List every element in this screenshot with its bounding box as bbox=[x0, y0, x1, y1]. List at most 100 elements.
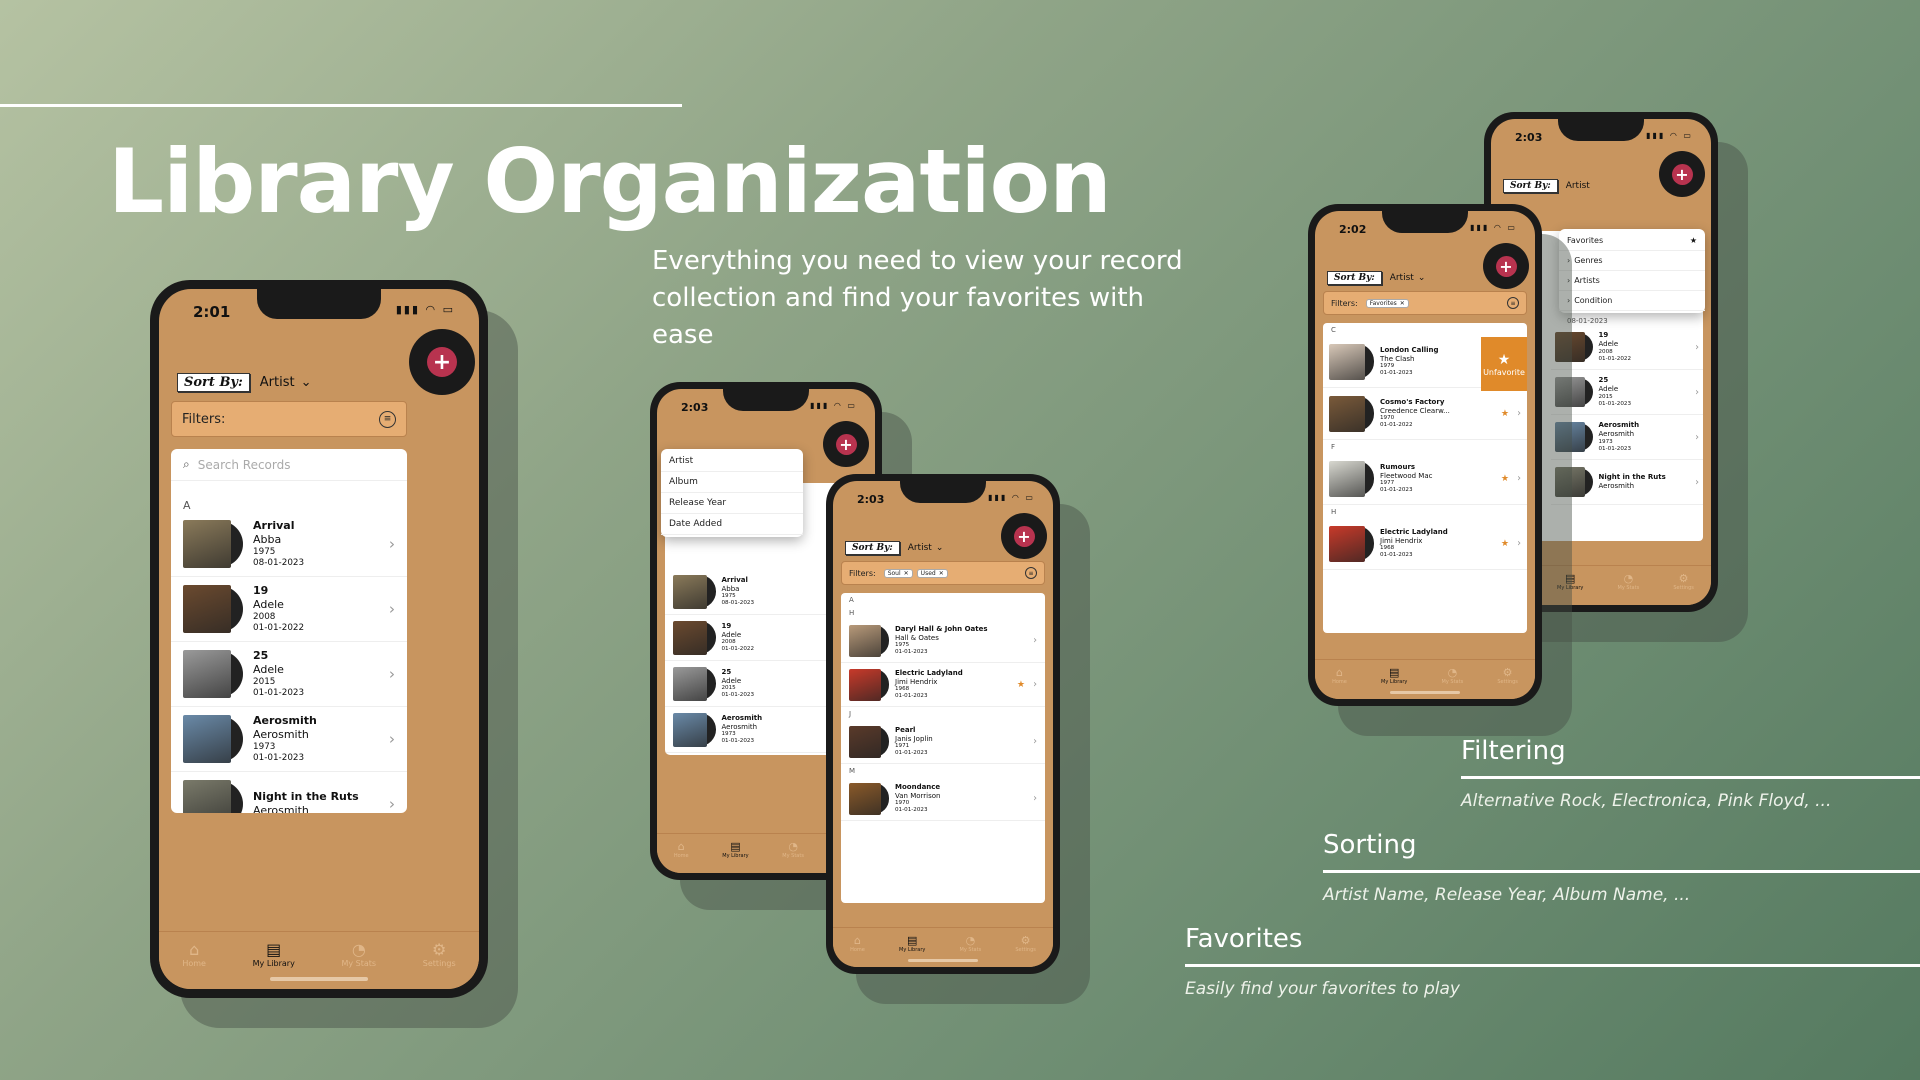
sort-control[interactable]: Sort By: Artist ⌄ bbox=[1327, 271, 1425, 285]
filter-bar[interactable]: Filters: Soul ✕ Used ✕ ≡ bbox=[841, 561, 1045, 585]
release-year: 1970 bbox=[895, 800, 910, 807]
list-item[interactable]: AerosmithAerosmith197301-01-2023› bbox=[665, 707, 839, 753]
filter-option[interactable]: › Condition bbox=[1559, 291, 1705, 311]
filter-option[interactable]: › Artists bbox=[1559, 271, 1705, 291]
filter-chip[interactable]: Used ✕ bbox=[916, 568, 948, 578]
list-item[interactable]: AerosmithAerosmith197301-01-2023› bbox=[1551, 415, 1703, 460]
tab-my-library[interactable]: ▤ My Library bbox=[253, 940, 295, 989]
tab-label: Settings bbox=[1015, 947, 1036, 953]
sort-control[interactable]: Sort By: Artist ⌄ bbox=[177, 373, 312, 392]
tab-my-library[interactable]: ▤ My Library bbox=[722, 840, 748, 873]
tab-label: Home bbox=[1332, 679, 1347, 685]
list-item[interactable]: Rumours Fleetwood Mac 1977 01-01-2023 ★ › bbox=[1323, 453, 1527, 505]
chevron-right-icon: › bbox=[1033, 736, 1037, 747]
record-list[interactable]: ⌕ Search Records A Arrival Abba 1975 08-01-2… bbox=[171, 449, 407, 813]
star-icon[interactable]: ★ bbox=[1501, 539, 1509, 549]
tab-my-library[interactable]: ▤ My Library bbox=[899, 934, 925, 967]
sort-control[interactable]: Sort By: Artist bbox=[1503, 179, 1590, 193]
list-item[interactable]: Daryl Hall & John Oates Hall & Oates 1975 0… bbox=[841, 619, 1045, 663]
filter-option[interactable]: Favorites ★ bbox=[1559, 231, 1705, 251]
tab-home[interactable]: ⌂Home bbox=[850, 934, 865, 967]
album-title: Pearl bbox=[895, 725, 916, 734]
list-item[interactable]: Electric Ladyland Jimi Hendrix 1968 01-01-2… bbox=[841, 663, 1045, 707]
record-date: 01-01-2023 bbox=[253, 687, 305, 698]
list-item[interactable]: 25Adele201501-01-2023› bbox=[665, 661, 839, 707]
list-item[interactable]: Night in the RutsAerosmith› bbox=[171, 772, 407, 813]
filter-chips: Favorites ✕ bbox=[1362, 298, 1409, 308]
record-text: Rumours Fleetwood Mac 1977 01-01-2023 bbox=[1380, 463, 1501, 494]
tab-home[interactable]: ⌂Home bbox=[1332, 666, 1347, 699]
filter-menu[interactable]: Favorites ★ › Genres › Artists › Condition bbox=[1559, 229, 1705, 313]
sort-option[interactable]: Date Added bbox=[661, 514, 803, 535]
close-icon[interactable]: ✕ bbox=[904, 570, 909, 577]
list-item[interactable]: AerosmithAerosmith197301-01-2023› bbox=[171, 707, 407, 772]
tab-my-library[interactable]: ▤ My Library bbox=[1381, 666, 1407, 699]
tab-settings[interactable]: ⚙Settings bbox=[1673, 572, 1694, 605]
list-item[interactable]: Cosmo's Factory Creedence Clearw... 1970 01… bbox=[1323, 388, 1527, 440]
sort-option[interactable]: Release Year bbox=[661, 493, 803, 514]
release-year: 1973 bbox=[1598, 438, 1613, 445]
add-record-button[interactable]: + bbox=[1659, 151, 1705, 197]
sort-option[interactable]: Artist bbox=[661, 451, 803, 472]
list-item[interactable]: 25Adele201501-01-2023› bbox=[171, 642, 407, 707]
record-text: Daryl Hall & John Oates Hall & Oates 1975 0… bbox=[895, 625, 1033, 656]
sort-dropdown[interactable]: Artist Album Release Year Date Added bbox=[661, 449, 803, 537]
add-record-button[interactable]: + bbox=[409, 329, 475, 395]
chevron-right-icon: › bbox=[1033, 679, 1037, 690]
filter-bar[interactable]: Filters: ≡ bbox=[171, 401, 407, 437]
album-art bbox=[673, 666, 707, 701]
close-icon[interactable]: ✕ bbox=[939, 570, 944, 577]
artist-name: Adele bbox=[721, 630, 742, 639]
add-record-button[interactable]: + bbox=[1483, 243, 1529, 289]
tab-my-stats[interactable]: ◔ My Stats bbox=[782, 840, 804, 873]
list-item[interactable]: 25Adele201501-01-2023› bbox=[1551, 370, 1703, 415]
list-item[interactable]: Electric Ladyland Jimi Hendrix 1968 01-01-2… bbox=[1323, 518, 1527, 570]
search-input[interactable]: ⌕ Search Records bbox=[171, 449, 407, 481]
tab-home[interactable]: ⌂Home bbox=[182, 940, 206, 989]
tab-my-stats[interactable]: ◔ My Stats bbox=[1442, 666, 1464, 699]
unfavorite-button[interactable]: ★ Unfavorite bbox=[1481, 337, 1527, 391]
feature-desc: Artist Name, Release Year, Album Name, .… bbox=[1323, 885, 1691, 905]
close-icon[interactable]: ✕ bbox=[1400, 300, 1405, 307]
tab-my-stats[interactable]: ◔ My Stats bbox=[960, 934, 982, 967]
star-icon[interactable]: ★ bbox=[1501, 474, 1509, 484]
list-item[interactable]: Pearl Janis Joplin 1971 01-01-2023 › bbox=[841, 720, 1045, 764]
feature-favorites: Favorites Easily find your favorites to … bbox=[1185, 924, 1920, 999]
list-item[interactable]: Night in the RutsAerosmith› bbox=[665, 753, 839, 755]
filter-icon[interactable]: ≡ bbox=[379, 410, 396, 428]
star-icon[interactable]: ★ bbox=[1501, 409, 1509, 419]
filter-icon[interactable]: ≡ bbox=[1025, 567, 1037, 579]
filter-icon[interactable]: ≡ bbox=[1507, 297, 1519, 309]
list-item[interactable]: 19Adele200801-01-2022› bbox=[1551, 325, 1703, 370]
album-art bbox=[1329, 460, 1365, 497]
tab-settings[interactable]: ⚙Settings bbox=[1497, 666, 1518, 699]
list-item[interactable]: ArrivalAbba197508-01-2023› bbox=[665, 569, 839, 615]
sort-option[interactable]: Album bbox=[661, 472, 803, 493]
filter-bar[interactable]: Filters: Favorites ✕ ≡ bbox=[1323, 291, 1527, 315]
tab-home[interactable]: ⌂Home bbox=[674, 840, 689, 873]
tab-my-stats[interactable]: ◔ My Stats bbox=[1618, 572, 1640, 605]
star-icon[interactable]: ★ bbox=[1017, 680, 1025, 690]
filter-chip[interactable]: Favorites ✕ bbox=[1365, 298, 1409, 308]
add-record-button[interactable]: + bbox=[1001, 513, 1047, 559]
tab-label: Settings bbox=[1497, 679, 1518, 685]
filter-chip[interactable]: Soul ✕ bbox=[883, 568, 913, 578]
list-item[interactable]: ArrivalAbba197508-01-2023› bbox=[171, 512, 407, 577]
tab-settings[interactable]: ⚙Settings bbox=[1015, 934, 1036, 967]
tab-settings[interactable]: ⚙Settings bbox=[423, 940, 456, 989]
record-list[interactable]: A H Daryl Hall & John Oates Hall & Oates 197… bbox=[841, 593, 1045, 903]
feature-sorting: Sorting Artist Name, Release Year, Album… bbox=[1323, 830, 1920, 905]
sort-control[interactable]: Sort By: Artist ⌄ bbox=[845, 541, 943, 555]
tab-my-library[interactable]: ▤ My Library bbox=[1557, 572, 1583, 605]
status-time: 2:03 bbox=[681, 401, 709, 414]
section-header: A bbox=[183, 499, 191, 512]
filter-option[interactable]: › Genres bbox=[1559, 251, 1705, 271]
list-item[interactable]: 19Adele200801-01-2022› bbox=[665, 615, 839, 661]
add-record-button[interactable]: + bbox=[823, 421, 869, 467]
list-item[interactable]: Night in the RutsAerosmith› bbox=[1551, 460, 1703, 505]
tab-label: My Stats bbox=[341, 959, 377, 968]
tab-my-stats[interactable]: ◔ My Stats bbox=[342, 940, 377, 989]
list-item[interactable]: Moondance Van Morrison 1970 01-01-2023 › bbox=[841, 777, 1045, 821]
list-item[interactable]: 19Adele200801-01-2022› bbox=[171, 577, 407, 642]
artist-name: Hall & Oates bbox=[895, 633, 939, 642]
